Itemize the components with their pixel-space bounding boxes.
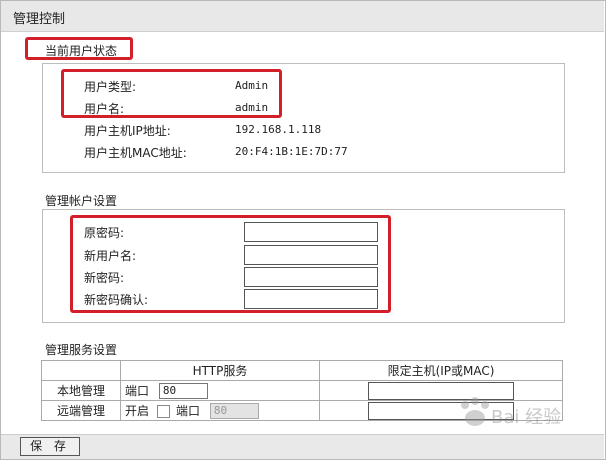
host-mac-value: 20:F4:1B:1E:7D:77 [235,145,348,158]
remote-enable-label: 开启 [125,403,150,418]
remote-port-label: 端口 [176,403,201,418]
local-port-label: 端口 [125,383,150,398]
host-mac-label: 用户主机MAC地址: [84,146,187,160]
remote-manage-label: 远端管理 [41,400,121,421]
baidu-watermark-logo: Bai 经验 [461,397,561,428]
title-bar: 管理控制 [1,1,604,32]
local-http-cell: 端口 80 [120,380,320,401]
table-header-row: HTTP服务 限定主机(IP或MAC) [41,360,563,381]
local-port-input[interactable]: 80 [158,383,208,400]
remote-port-input[interactable]: 80 [209,403,259,420]
host-ip-value: 192.168.1.118 [235,123,322,136]
remote-enable-checkbox[interactable] [157,404,171,418]
highlight-account-fields [70,215,391,313]
blank-header [41,360,121,381]
host-ip-label: 用户主机IP地址: [84,124,171,138]
host-column-header: 限定主机(IP或MAC) [319,360,563,381]
service-heading: 管理服务设置 [45,343,118,357]
save-button[interactable]: 保 存 [20,437,80,456]
remote-http-cell: 开启 端口 80 [120,400,320,421]
account-heading: 管理帐户设置 [45,194,118,208]
highlight-heading [25,37,133,60]
page-title: 管理控制 [13,12,66,27]
watermark-text: Bai 经验 [491,407,561,428]
highlight-user-info [61,69,282,118]
http-column-header: HTTP服务 [120,360,320,381]
local-manage-label: 本地管理 [41,380,121,401]
